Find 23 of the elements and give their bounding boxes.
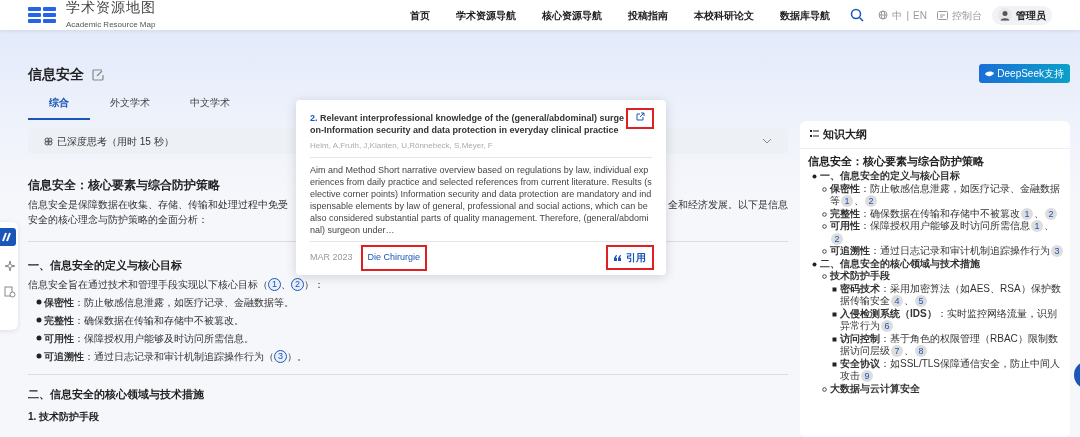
- list-item-text: 保密性：防止敏感信息泄露，如医疗记录、金融数据等。: [44, 295, 294, 310]
- section-heading: 一、信息安全的定义与核心目标: [28, 258, 182, 273]
- paragraph-text: 信息安全旨在通过技术和管理手段实现以下核心目标（: [28, 277, 268, 292]
- outline-heading: 信息安全：核心要素与综合防护策略: [808, 153, 985, 169]
- paragraph-text: 全和经济发展。以下是信息: [668, 198, 788, 212]
- paragraph-text: 信息安全是保障数据在收集、存储、传输和处理过程中免受: [28, 198, 288, 212]
- publish-date: MAR 2023: [310, 251, 353, 264]
- language-separator: |: [906, 8, 910, 23]
- list-item-text: 完整性：确保数据在传输和存储中不被篡改。: [44, 313, 244, 328]
- list-item-text: 可追溯性：通过日志记录和审计机制追踪操作行为（: [44, 349, 274, 364]
- list-item-text: 可用性：保障授权用户能够及时访问所需信息。: [44, 331, 254, 346]
- logo-subtitle: Academic Resource Map: [66, 19, 156, 29]
- page-title: 信息安全: [28, 65, 84, 84]
- logo-title: 学术资源地图: [66, 0, 156, 15]
- paragraph-text: 安全的核心理念与防护策略的全面分析：: [28, 213, 208, 227]
- abstract-text: Aim and Method Short narrative overview based on regulations by law, individual experiences from daily practice and selected references from current literature. Results (selective corner points) Information security and data protection are mandatory and indispensable elements by law of general, professional and social actions, which can be also considered substantial parts of quality management. Therefore, (general/abdominal) surgeon under…: [310, 164, 652, 236]
- paragraph-text: 、: [281, 277, 291, 292]
- article-heading: 信息安全：核心要素与综合防护策略: [28, 177, 220, 194]
- panel-title: 知识大纲: [823, 127, 867, 142]
- section-heading: 二、信息安全的核心领域与技术措施: [28, 386, 204, 402]
- paragraph-text: ）：: [304, 277, 324, 292]
- subsection-heading: 1. 技术防护手段: [28, 409, 101, 424]
- list-item-text: ）。: [287, 349, 307, 364]
